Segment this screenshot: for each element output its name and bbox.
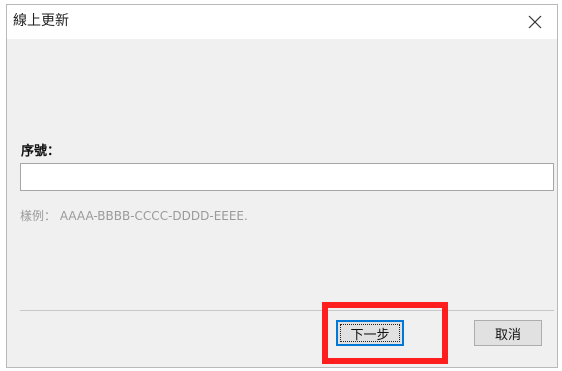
serial-format-hint: 樣例： AAAA-BBBB-CCCC-DDDD-EEEE. — [20, 209, 248, 223]
dialog-title: 線上更新 — [13, 13, 69, 29]
next-button[interactable]: 下一步 — [336, 320, 404, 346]
serial-input[interactable] — [20, 163, 554, 191]
online-update-dialog: 線上更新 序號： 樣例： AAAA-BBBB-CCCC-DDDD-EEEE. — [6, 4, 558, 368]
serial-label: 序號： — [21, 144, 61, 159]
close-icon — [528, 15, 542, 29]
focus-rect — [340, 324, 400, 342]
cancel-button-label: 取消 — [494, 327, 521, 343]
close-button[interactable] — [515, 5, 555, 39]
cancel-button[interactable]: 取消 — [474, 320, 542, 346]
title-bar: 線上更新 — [7, 5, 557, 39]
separator — [20, 310, 554, 311]
